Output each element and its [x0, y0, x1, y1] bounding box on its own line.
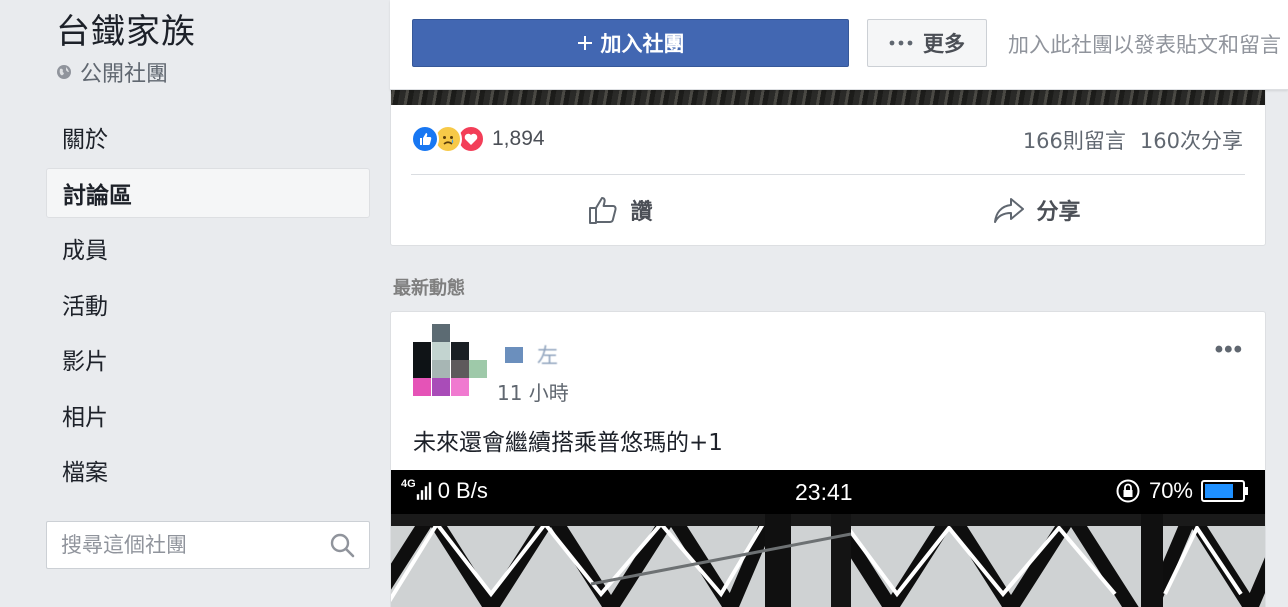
nav-item-videos[interactable]: 影片: [46, 334, 370, 384]
more-label: 更多: [923, 32, 965, 56]
author-avatar[interactable]: [413, 324, 487, 408]
post-text: 未來還會繼續搭乘普悠瑪的+1: [413, 430, 723, 456]
nav-item-members[interactable]: 成員: [46, 223, 370, 273]
more-button[interactable]: 更多: [867, 19, 987, 67]
nav-item-photos[interactable]: 相片: [46, 390, 370, 440]
like-label: 讚: [630, 200, 653, 225]
post-photo[interactable]: 4G 0 B/s 23:41 70%: [391, 470, 1265, 607]
battery-icon: [1201, 480, 1248, 502]
reaction-summary[interactable]: 1,894: [411, 125, 545, 153]
status-left: 4G 0 B/s: [401, 478, 488, 504]
post-options-icon[interactable]: •••: [1215, 336, 1243, 364]
bridge-truss-image: [391, 514, 1265, 607]
battery-percent: 70%: [1148, 478, 1193, 503]
thumbs-up-icon: [589, 197, 618, 224]
group-privacy: 公開社團: [56, 56, 168, 88]
post-timestamp[interactable]: 11 小時: [497, 377, 569, 406]
group-sidebar: 台鐵家族 公開社團 關於 討論區 成員 活動 影片 相片 檔案: [0, 0, 390, 607]
group-name[interactable]: 台鐵家族: [56, 4, 196, 53]
like-reaction-icon: [411, 125, 439, 153]
rotation-lock-icon: [1116, 479, 1140, 503]
ellipsis-icon: [889, 40, 913, 46]
share-label: 分享: [1036, 200, 1081, 225]
group-search-box: [46, 521, 370, 569]
nav-item-discussion[interactable]: 討論區: [46, 167, 370, 218]
post-stats: 166則留言 160次分享: [1023, 125, 1243, 155]
like-button[interactable]: 讚: [411, 175, 828, 245]
search-icon[interactable]: [329, 532, 355, 558]
nav-item-about[interactable]: 關於: [46, 112, 370, 162]
post-actions: 讚 分享: [411, 175, 1245, 245]
group-join-bar: 加入社團 更多 加入此社團以發表貼文和留言: [390, 0, 1288, 90]
phone-status-bar: 4G 0 B/s 23:41 70%: [391, 470, 1265, 514]
group-search-input[interactable]: [61, 533, 329, 557]
status-right: 70%: [1115, 478, 1249, 504]
join-hint-text: 加入此社團以發表貼文和留言: [1008, 33, 1281, 57]
nav-item-events[interactable]: 活動: [46, 279, 370, 329]
phone-clock: 23:41: [795, 479, 853, 505]
share-count[interactable]: 160次分享: [1140, 125, 1243, 155]
join-group-button[interactable]: 加入社團: [412, 19, 849, 67]
share-arrow-icon: [994, 198, 1025, 223]
comment-count[interactable]: 166則留言: [1023, 125, 1126, 155]
share-button[interactable]: 分享: [828, 175, 1245, 245]
network-speed: 0 B/s: [437, 478, 488, 503]
nav-item-files[interactable]: 檔案: [46, 445, 370, 495]
plus-icon: [577, 36, 592, 50]
feed-post-card: 左 11 小時 ••• 未來還會繼續搭乘普悠瑪的+1 4G 0 B/s 23:4…: [390, 311, 1266, 607]
reaction-count: 1,894: [492, 127, 545, 150]
globe-icon: [57, 65, 71, 79]
author-name[interactable]: 左: [537, 340, 558, 370]
group-type-label: 公開社團: [80, 62, 169, 87]
join-group-label: 加入社團: [600, 32, 685, 56]
author-name-redaction: [505, 347, 523, 363]
recent-activity-heading: 最新動態: [393, 278, 465, 299]
network-label: 4G: [401, 478, 416, 490]
post-author[interactable]: 左: [505, 340, 558, 370]
signal-icon: [416, 482, 431, 500]
group-nav: 關於 討論區 成員 活動 影片 相片 檔案: [46, 112, 370, 501]
